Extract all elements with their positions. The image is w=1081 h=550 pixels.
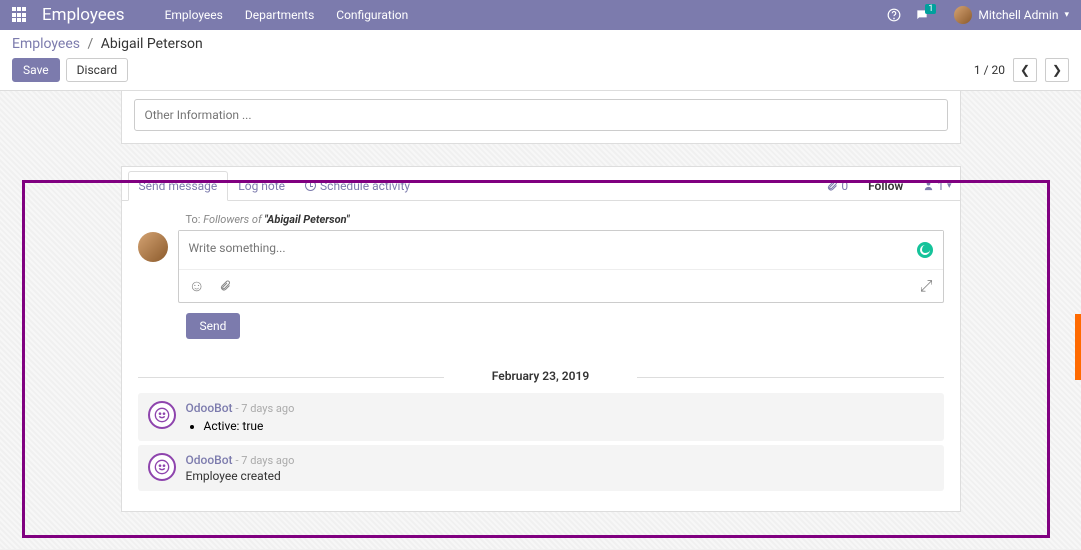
tab-schedule-activity[interactable]: Schedule activity [295,172,420,200]
date-separator: February 23, 2019 [138,361,944,393]
composer-to-line: To: Followers of "Abigail Peterson" [186,213,944,226]
subheader: Employees / Abigail Peterson Save Discar… [0,30,1081,91]
pager-prev-button[interactable]: ❮ [1013,58,1037,82]
message-input[interactable] [179,231,943,265]
message-text: Employee created [186,469,934,483]
message-timeline: February 23, 2019 OdooBot - 7 days ago A… [122,353,960,511]
send-button[interactable]: Send [186,313,241,339]
caret-down-icon: ▾ [1064,10,1069,20]
other-information-input[interactable] [134,99,948,131]
emoji-icon[interactable]: ☺ [189,276,205,296]
follow-button[interactable]: Follow [868,179,903,193]
discard-button[interactable]: Discard [66,58,129,82]
message-composer: To: Followers of "Abigail Peterson" ☺ ⤢ [122,201,960,353]
follower-count[interactable]: 1 ▾ [923,179,951,193]
action-row: Save Discard 1 / 20 ❮ ❯ [12,58,1069,82]
message-time: - 7 days ago [236,402,295,415]
tab-schedule-label: Schedule activity [320,179,410,193]
user-avatar-icon [954,6,972,24]
chatter: Send message Log note Schedule activity … [121,166,961,512]
grammarly-icon [917,242,933,258]
bot-avatar-icon [148,453,176,481]
pager: 1 / 20 ❮ ❯ [974,58,1069,82]
breadcrumb-root[interactable]: Employees [12,36,80,52]
bot-avatar-icon [148,401,176,429]
nav-link-configuration[interactable]: Configuration [336,8,408,22]
breadcrumb: Employees / Abigail Peterson [12,36,1069,52]
save-button[interactable]: Save [12,58,60,82]
pager-next-button[interactable]: ❯ [1045,58,1069,82]
tab-log-note[interactable]: Log note [228,172,295,200]
message-author[interactable]: OdooBot [186,453,233,467]
pager-text: 1 / 20 [974,63,1005,77]
user-name: Mitchell Admin [978,8,1058,22]
paperclip-icon [826,180,838,192]
person-icon [923,180,934,191]
message-item: OdooBot - 7 days ago Active: true [138,393,944,441]
nav-link-departments[interactable]: Departments [245,8,314,22]
tab-send-message[interactable]: Send message [128,171,229,201]
nav-link-employees[interactable]: Employees [165,8,223,22]
breadcrumb-current: Abigail Peterson [101,36,203,52]
attachment-count[interactable]: 0 [826,179,848,193]
attach-icon[interactable] [219,277,231,296]
user-menu[interactable]: Mitchell Admin ▾ [954,6,1069,24]
message-bullet: Active: true [204,419,934,433]
tabs-right: 0 Follow 1 ▾ [826,179,951,193]
clock-icon [305,180,316,191]
messages-icon[interactable]: 1 [915,8,940,22]
caret-down-icon: ▾ [947,181,952,191]
nav-links: Employees Departments Configuration [165,8,409,22]
message-author[interactable]: OdooBot [186,401,233,415]
scrollbar-indicator [1075,314,1081,380]
message-time: - 7 days ago [236,454,295,467]
app-title: Employees [42,5,125,25]
messages-badge: 1 [925,4,936,14]
apps-icon[interactable] [12,7,28,23]
composer-avatar-icon [138,232,168,262]
expand-icon[interactable]: ⤢ [920,276,933,296]
nav-right: 1 Mitchell Admin ▾ [887,6,1069,24]
top-nav: Employees Employees Departments Configur… [0,0,1081,30]
help-icon[interactable] [887,8,901,22]
compose-toolbar: ☺ ⤢ [179,269,943,302]
content-area: Send message Log note Schedule activity … [0,91,1081,549]
chatter-tabs: Send message Log note Schedule activity … [122,167,960,201]
message-item: OdooBot - 7 days ago Employee created [138,445,944,491]
form-sheet [121,91,961,144]
compose-box: ☺ ⤢ [178,230,944,303]
